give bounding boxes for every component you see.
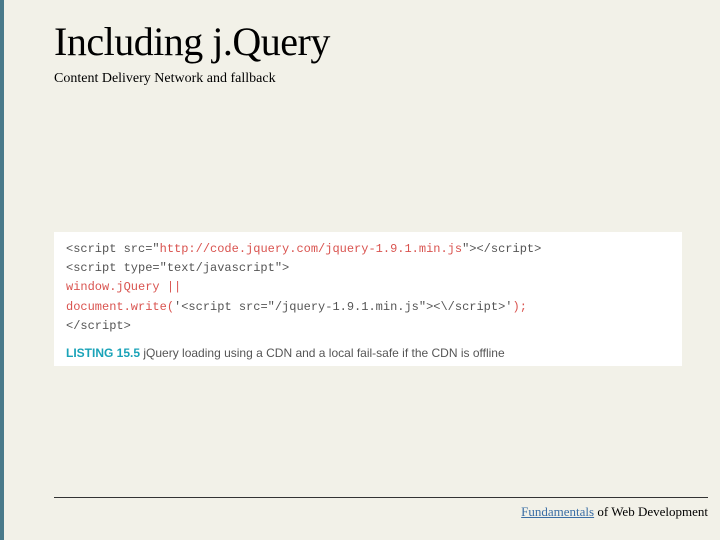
listing-caption: LISTING 15.5 jQuery loading using a CDN … [54, 340, 682, 366]
code-line-3: window.jQuery || [66, 278, 670, 297]
slide: Including j.Query Content Delivery Netwo… [0, 0, 720, 540]
slide-footer: Fundamentals of Web Development [54, 497, 708, 520]
listing-caption-text: jQuery loading using a CDN and a local f… [140, 346, 505, 360]
footer-rest: of Web Development [594, 504, 708, 519]
listing-label: LISTING 15.5 [66, 346, 140, 360]
code-line-2: <script type="text/javascript"> [66, 259, 670, 278]
code-listing: <script src="http://code.jquery.com/jque… [54, 232, 682, 342]
slide-title: Including j.Query [54, 18, 720, 65]
slide-header: Including j.Query Content Delivery Netwo… [4, 0, 720, 87]
code-line-4: document.write('<script src="/jquery-1.9… [66, 298, 670, 317]
slide-subtitle: Content Delivery Network and fallback [54, 71, 720, 87]
code-line-5: </script> [66, 317, 670, 336]
footer-brand: Fundamentals [521, 504, 594, 519]
code-line-1: <script src="http://code.jquery.com/jque… [66, 240, 670, 259]
